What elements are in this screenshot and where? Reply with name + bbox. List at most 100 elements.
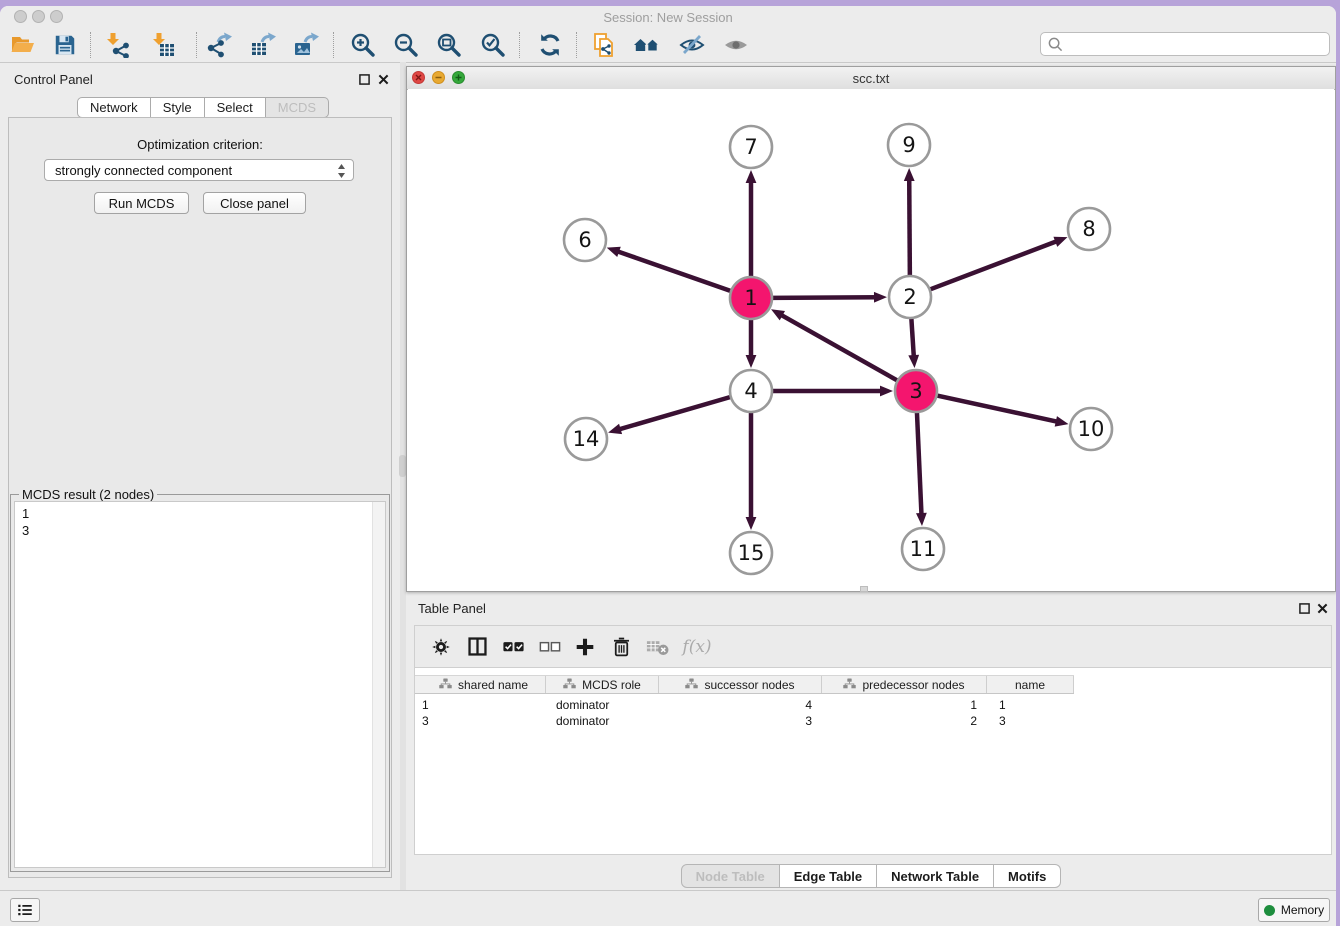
- toolbar-separator: [90, 32, 91, 58]
- graph-arrowhead: [904, 168, 915, 181]
- import-table-icon[interactable]: [148, 30, 178, 60]
- select-columns-icon[interactable]: [459, 632, 495, 662]
- list-icon: [16, 901, 34, 919]
- toolbar-separator: [519, 32, 520, 58]
- tab-style[interactable]: Style: [151, 97, 205, 118]
- task-history-button[interactable]: [10, 898, 40, 922]
- apply-layout-icon[interactable]: [535, 30, 565, 60]
- table-row[interactable]: 1 dominator 4 1 1: [415, 697, 1074, 713]
- mcds-result-textarea[interactable]: 1 3: [14, 501, 386, 868]
- open-session-icon[interactable]: [8, 30, 38, 60]
- tab-select[interactable]: Select: [205, 97, 266, 118]
- save-session-icon[interactable]: [50, 30, 80, 60]
- zoom-fit-icon[interactable]: [434, 30, 464, 60]
- graph-arrowhead: [874, 292, 887, 303]
- result-line: 1: [15, 502, 385, 522]
- close-table-panel-icon[interactable]: [1316, 602, 1329, 615]
- mcds-result-group: MCDS result (2 nodes) 1 3: [10, 494, 390, 872]
- svg-text:15: 15: [738, 541, 765, 565]
- graph-node-2[interactable]: 2: [889, 276, 931, 318]
- graph-edge-2-3[interactable]: [911, 318, 914, 360]
- search-field[interactable]: [1040, 32, 1330, 56]
- new-network-from-selection-icon[interactable]: [590, 30, 620, 60]
- graph-node-11[interactable]: 11: [902, 528, 944, 570]
- network-canvas[interactable]: 7 9 6 8 1 2 4 3 14 10 15 11: [408, 89, 1334, 590]
- zoom-selected-icon[interactable]: [478, 30, 508, 60]
- table-row[interactable]: 3 dominator 3 2 3: [415, 713, 1074, 729]
- graph-node-7[interactable]: 7: [730, 126, 772, 168]
- graph-edge-1-6[interactable]: [614, 250, 731, 291]
- import-network-icon[interactable]: [102, 30, 132, 60]
- graph-edge-1-2[interactable]: [772, 297, 879, 298]
- search-input[interactable]: [1068, 36, 1329, 52]
- splitter-grip[interactable]: [399, 455, 406, 477]
- svg-text:3: 3: [909, 379, 922, 403]
- memory-button[interactable]: Memory: [1258, 898, 1330, 922]
- graph-edge-3-10[interactable]: [937, 395, 1061, 422]
- graph-node-14[interactable]: 14: [565, 418, 607, 460]
- window-title: Session: New Session: [0, 10, 1336, 25]
- graph-edge-4-14[interactable]: [616, 397, 731, 430]
- search-icon: [1048, 37, 1063, 52]
- export-network-icon[interactable]: [204, 30, 234, 60]
- graph-arrowhead: [908, 355, 919, 368]
- column-header-predecessor-nodes[interactable]: predecessor nodes: [822, 676, 987, 693]
- unselect-all-rows-icon[interactable]: [531, 632, 567, 662]
- graph-edge-2-9[interactable]: [909, 176, 910, 276]
- graph-edge-3-1[interactable]: [778, 313, 898, 380]
- network-resize-grip[interactable]: [860, 586, 868, 592]
- tab-motifs[interactable]: Motifs: [994, 864, 1061, 888]
- column-header-successor-nodes[interactable]: successor nodes: [659, 676, 822, 693]
- graph-edge-3-11[interactable]: [917, 412, 922, 518]
- float-panel-icon[interactable]: [358, 73, 371, 86]
- export-table-icon[interactable]: [248, 30, 278, 60]
- delete-columns-icon[interactable]: [603, 632, 639, 662]
- column-header-shared-name[interactable]: shared name: [415, 676, 546, 693]
- graph-edge-2-8[interactable]: [930, 240, 1060, 290]
- create-column-icon[interactable]: [567, 632, 603, 662]
- export-image-icon[interactable]: [291, 30, 321, 60]
- hide-selected-icon[interactable]: [677, 30, 707, 60]
- tab-edge-table[interactable]: Edge Table: [780, 864, 877, 888]
- show-all-icon[interactable]: [721, 30, 751, 60]
- graph-node-1[interactable]: 1: [730, 277, 772, 319]
- graph-node-15[interactable]: 15: [730, 532, 772, 574]
- graph-node-4[interactable]: 4: [730, 370, 772, 412]
- network-window-title: scc.txt: [407, 71, 1335, 86]
- select-all-rows-icon[interactable]: [495, 632, 531, 662]
- dropdown-value: strongly connected component: [55, 163, 232, 178]
- float-table-panel-icon[interactable]: [1298, 602, 1311, 615]
- run-mcds-button[interactable]: Run MCDS: [94, 192, 189, 214]
- tab-mcds[interactable]: MCDS: [266, 97, 329, 118]
- table-settings-icon[interactable]: [423, 632, 459, 662]
- graph-node-9[interactable]: 9: [888, 124, 930, 166]
- result-scrollbar[interactable]: [372, 502, 385, 867]
- network-graph[interactable]: 7 9 6 8 1 2 4 3 14 10 15 11: [408, 89, 1334, 590]
- tab-network[interactable]: Network: [77, 97, 151, 118]
- column-header-mcds-role[interactable]: MCDS role: [546, 676, 659, 693]
- mcds-result-title: MCDS result (2 nodes): [19, 487, 157, 502]
- column-header-name[interactable]: name: [987, 676, 1074, 693]
- zoom-in-icon[interactable]: [348, 30, 378, 60]
- svg-text:11: 11: [910, 537, 937, 561]
- svg-text:8: 8: [1082, 217, 1095, 241]
- graph-node-10[interactable]: 10: [1070, 408, 1112, 450]
- graph-arrowhead: [746, 355, 757, 368]
- tab-node-table[interactable]: Node Table: [681, 864, 780, 888]
- tree-icon: [563, 678, 576, 691]
- optimization-criterion-select[interactable]: strongly connected component: [44, 159, 354, 181]
- tab-network-table[interactable]: Network Table: [877, 864, 994, 888]
- first-neighbors-icon[interactable]: [632, 30, 662, 60]
- graph-node-8[interactable]: 8: [1068, 208, 1110, 250]
- graph-arrowhead: [1055, 416, 1069, 427]
- close-panel-button[interactable]: Close panel: [203, 192, 306, 214]
- zoom-out-icon[interactable]: [391, 30, 421, 60]
- desktop: Session: New Session: [0, 0, 1340, 926]
- svg-text:4: 4: [744, 379, 757, 403]
- graph-node-3[interactable]: 3: [895, 370, 937, 412]
- tree-icon: [843, 678, 856, 691]
- svg-text:14: 14: [573, 427, 600, 451]
- close-panel-icon[interactable]: [377, 73, 390, 86]
- network-window-titlebar[interactable]: scc.txt: [407, 67, 1335, 90]
- graph-node-6[interactable]: 6: [564, 219, 606, 261]
